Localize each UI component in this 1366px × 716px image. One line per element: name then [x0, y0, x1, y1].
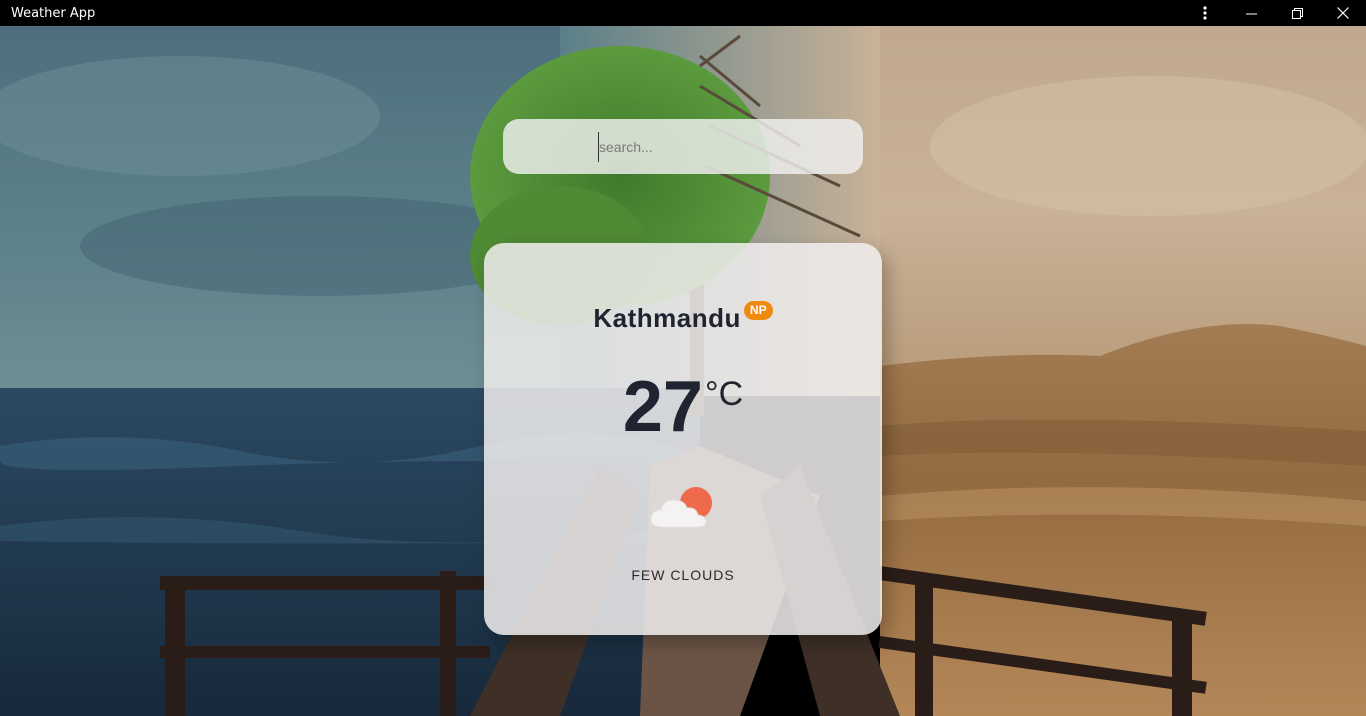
city-name: Kathmandu [593, 303, 741, 333]
window-title: Weather App [11, 5, 96, 21]
restore-icon [1291, 7, 1303, 19]
more-icon [1203, 6, 1207, 20]
more-options-button[interactable] [1182, 0, 1228, 26]
temperature-value: 27 [622, 367, 703, 447]
close-button[interactable] [1320, 0, 1366, 26]
search-box [503, 119, 863, 174]
restore-button[interactable] [1274, 0, 1320, 26]
location-row: Kathmandu NP [484, 301, 882, 334]
country-badge: NP [743, 301, 773, 320]
few-clouds-icon [648, 483, 718, 534]
close-icon [1337, 7, 1349, 19]
search-input[interactable] [598, 131, 838, 162]
minimize-icon [1245, 13, 1257, 14]
temperature-row: 27°C [484, 371, 882, 443]
temperature-unit: °C [704, 375, 744, 413]
weather-card: Kathmandu NP 27°C FEW CLOUDS [484, 243, 882, 635]
title-bar: Weather App [0, 0, 1366, 26]
weather-condition: FEW CLOUDS [631, 567, 735, 583]
minimize-button[interactable] [1228, 0, 1274, 26]
